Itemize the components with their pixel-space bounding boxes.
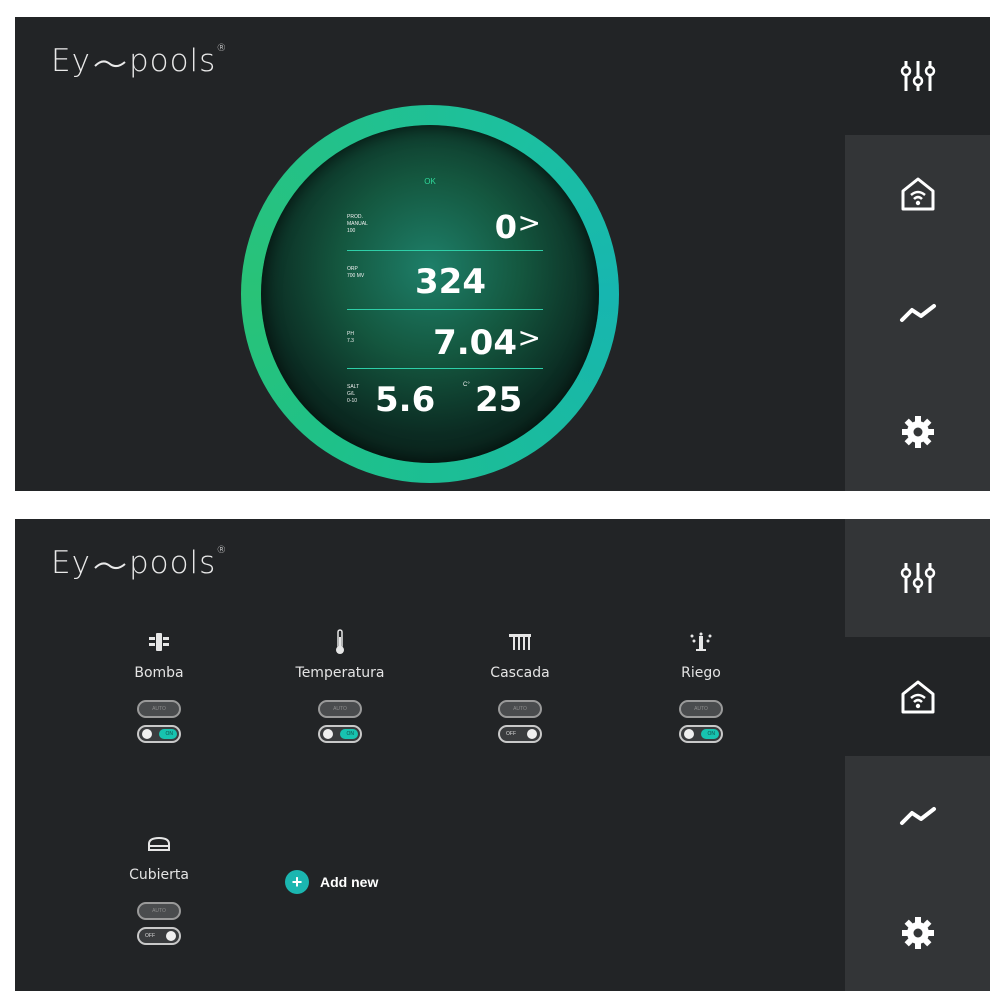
auto-toggle[interactable]: AUTO: [137, 902, 181, 920]
sliders-icon: [900, 563, 935, 593]
devices-screen: Ey pools® Bomba AUTO ON Temperatura AUTO …: [15, 519, 990, 991]
device-label: Riego: [681, 665, 721, 681]
home-wifi-icon: [901, 680, 934, 713]
home-wifi-icon: [901, 177, 934, 211]
sidebar: [845, 519, 990, 991]
prod-value: 0: [494, 208, 517, 246]
gauge-row-salt: SALT g/l 0-10 5.6 C° 25: [347, 370, 543, 425]
logo: Ey pools®: [51, 545, 228, 581]
logo-wave-icon: [94, 561, 126, 569]
toggle-knob: [142, 729, 152, 739]
toggle-knob: [323, 729, 333, 739]
power-toggle[interactable]: OFF: [498, 725, 542, 743]
ph-value: 7.04: [433, 323, 517, 363]
ph-label: pH: [347, 331, 354, 337]
toggle-knob: [166, 931, 176, 941]
toggle-on-fill: ON: [159, 729, 177, 739]
power-toggle[interactable]: OFF: [137, 927, 181, 945]
toggle-knob: [684, 729, 694, 739]
toggle-on-fill: ON: [701, 729, 719, 739]
orp-setpoint-label: 700 mV: [347, 273, 365, 279]
toggle-on-fill: ON: [340, 729, 358, 739]
auto-toggle[interactable]: AUTO: [318, 700, 362, 718]
trend-icon: [899, 806, 936, 825]
toggle-state: OFF: [145, 933, 155, 939]
sidebar-item-home[interactable]: [845, 135, 990, 253]
device-bomba: Bomba AUTO ON: [84, 631, 234, 743]
trend-icon: [899, 304, 936, 322]
salt-value: 5.6: [375, 380, 436, 420]
plus-icon: +: [285, 870, 309, 894]
temp-unit-label: C°: [463, 382, 470, 388]
pump-icon: [84, 631, 234, 653]
power-toggle[interactable]: ON: [318, 725, 362, 743]
salt-range-label: 0-10: [347, 398, 358, 404]
toggle-state: ON: [165, 731, 174, 737]
device-label: Cascada: [490, 665, 550, 681]
sidebar-item-settings-sliders[interactable]: [845, 519, 990, 637]
sidebar-item-gear[interactable]: [845, 875, 990, 991]
toggle-state: OFF: [506, 731, 516, 737]
sidebar: [845, 17, 990, 491]
prod-label: PROD.: [347, 214, 363, 220]
auto-toggle[interactable]: AUTO: [137, 700, 181, 718]
device-riego: Riego AUTO ON: [626, 631, 776, 743]
device-temperatura: Temperatura AUTO ON: [265, 629, 415, 743]
salt-unit-label: g/l: [347, 391, 356, 397]
power-toggle[interactable]: ON: [137, 725, 181, 743]
sidebar-item-gear[interactable]: [845, 373, 990, 491]
salt-label: SALT: [347, 384, 360, 390]
temperature-value: 25: [475, 380, 523, 420]
power-toggle[interactable]: ON: [679, 725, 723, 743]
sidebar-item-home[interactable]: [845, 637, 990, 756]
prod-mode-label: MANUAL: [347, 221, 368, 227]
toggle-state: ON: [346, 731, 355, 737]
ph-chevron-icon[interactable]: >: [518, 321, 541, 354]
waterfall-icon: [445, 631, 595, 653]
gauge-row-prod[interactable]: PROD. MANUAL 100 0 >: [347, 200, 543, 251]
sidebar-item-settings-sliders[interactable]: [845, 17, 990, 135]
sidebar-item-trends[interactable]: [845, 253, 990, 373]
sliders-icon: [900, 61, 935, 91]
ph-setpoint-label: 7.3: [347, 338, 354, 344]
gauge-row-orp: ORP 700 mV 324: [347, 252, 543, 310]
device-label: Temperatura: [295, 665, 385, 681]
thermometer-icon: [265, 629, 415, 654]
logo: Ey pools®: [51, 43, 228, 79]
device-cubierta: Cubierta AUTO OFF: [84, 833, 234, 945]
dashboard-screen: Ey pools® OK PROD. MANUAL 100 0 > ORP 700…: [15, 17, 990, 491]
toggle-knob: [527, 729, 537, 739]
gear-icon: [901, 917, 934, 949]
add-new-label: Add new: [320, 874, 379, 890]
gauge-row-ph[interactable]: pH 7.3 7.04 >: [347, 311, 543, 369]
logo-wave-icon: [94, 59, 126, 67]
orp-value: 324: [415, 262, 486, 302]
auto-toggle[interactable]: AUTO: [498, 700, 542, 718]
auto-toggle[interactable]: AUTO: [679, 700, 723, 718]
gauge-inner: OK PROD. MANUAL 100 0 > ORP 700 mV 324: [261, 125, 599, 463]
gauge-status: OK: [424, 177, 436, 186]
status-gauge: OK PROD. MANUAL 100 0 > ORP 700 mV 324: [241, 105, 619, 483]
prod-percent-label: 100: [347, 228, 356, 234]
prod-chevron-icon[interactable]: >: [518, 206, 541, 239]
device-label: Cubierta: [129, 867, 189, 883]
toggle-state: ON: [707, 731, 716, 737]
gear-icon: [901, 416, 934, 448]
cover-icon: [84, 833, 234, 855]
sidebar-item-trends[interactable]: [845, 756, 990, 875]
sprinkler-icon: [626, 631, 776, 653]
device-label: Bomba: [134, 665, 184, 681]
device-cascada: Cascada AUTO OFF: [445, 631, 595, 743]
orp-label: ORP: [347, 266, 358, 272]
add-new-button[interactable]: + Add new: [285, 870, 378, 894]
